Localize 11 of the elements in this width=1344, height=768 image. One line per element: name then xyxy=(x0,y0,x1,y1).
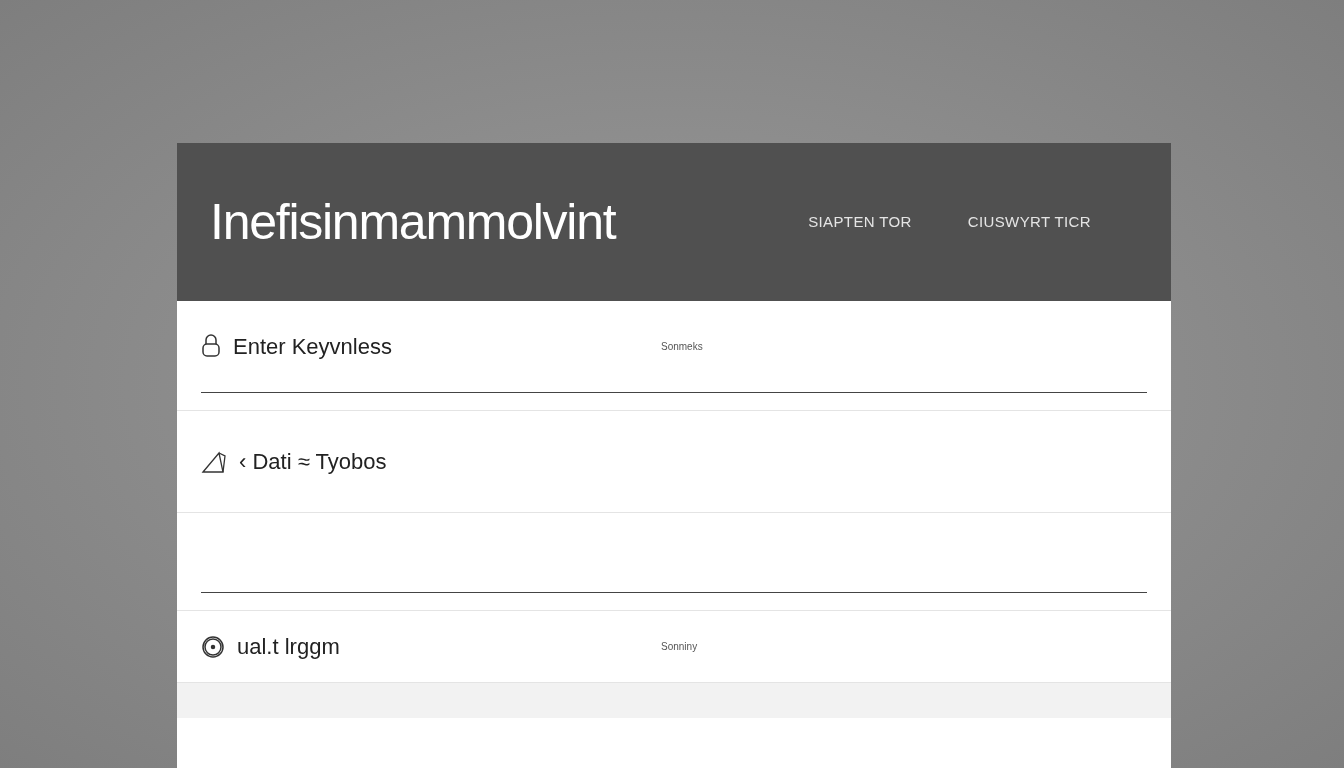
nav-link[interactable]: SIAPTEN TOR xyxy=(808,210,912,234)
row-note: Sonmeks xyxy=(661,339,703,354)
page-title: Inefisinmammolvint xyxy=(210,192,616,252)
triangle-ruler-icon xyxy=(201,449,227,474)
row-label: Enter Keyvnless xyxy=(233,332,392,361)
circle-icon xyxy=(201,634,225,659)
padlock-icon xyxy=(201,334,221,359)
row-note: Sonniny xyxy=(661,640,698,654)
row-label: ual.t lrggm xyxy=(237,633,340,661)
row-label: ‹ Dati ≈ Tyobos xyxy=(239,448,387,476)
nav-link[interactable]: CIUSWYRT TICR xyxy=(967,210,1091,234)
